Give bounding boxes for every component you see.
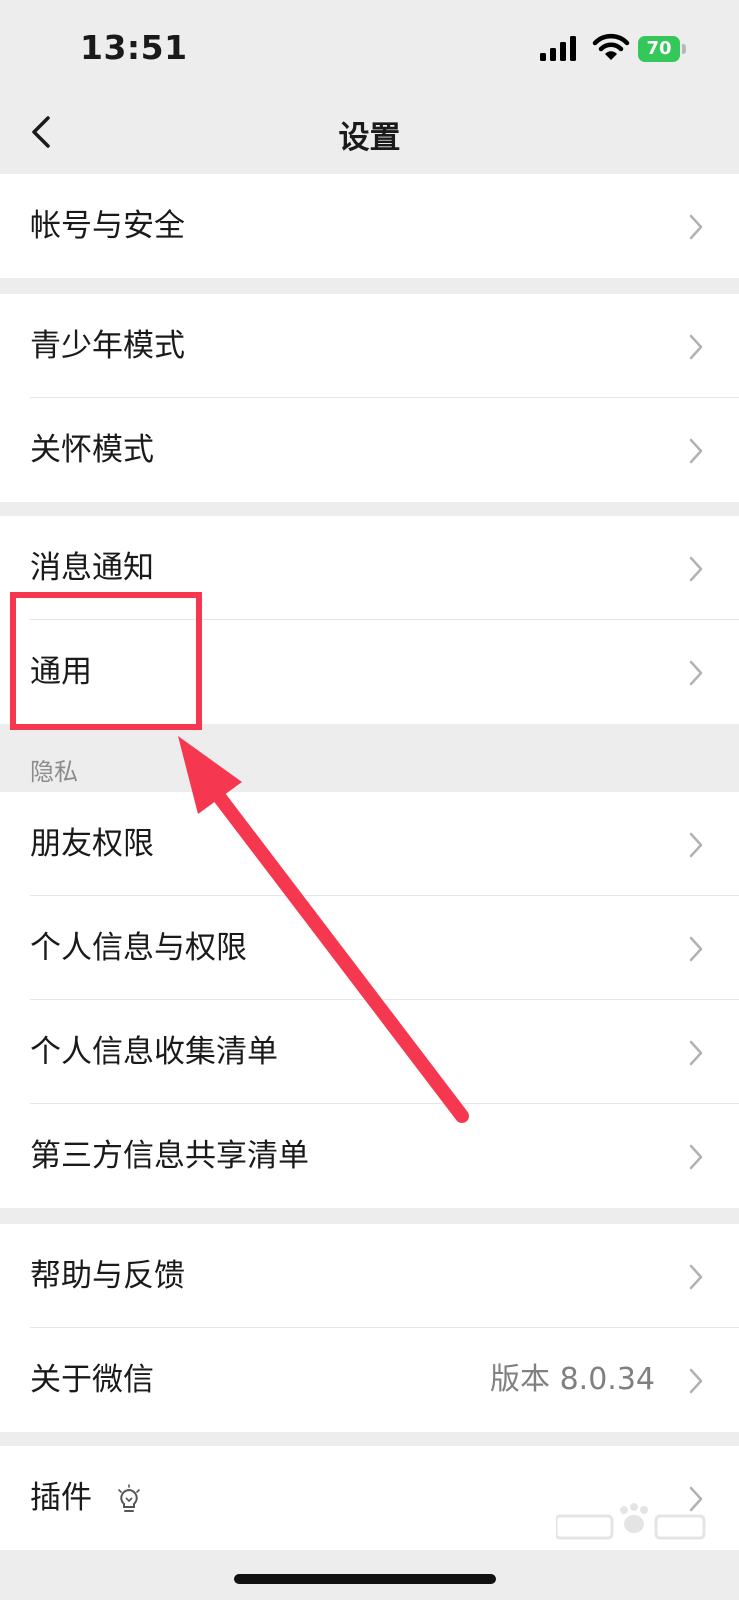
version-value: 版本 8.0.34 [490,1362,655,1397]
row-label: 关怀模式 [30,432,154,468]
settings-row-general[interactable]: 通用 [0,620,739,724]
settings-row-personal-info-permissions[interactable]: 个人信息与权限 [0,896,739,1000]
chevron-right-icon [689,936,703,962]
chevron-right-icon [689,1040,703,1066]
row-label: 关于微信 [30,1362,154,1398]
row-label: 个人信息收集清单 [30,1034,278,1070]
battery-level: 70 [638,36,680,62]
chevron-right-icon [689,1264,703,1290]
chevron-right-icon [689,214,703,240]
row-label: 个人信息与权限 [30,930,247,966]
status-bar: 13:51 70 [0,0,739,96]
settings-row-care-mode[interactable]: 关怀模式 [0,398,739,502]
settings-row-friend-permissions[interactable]: 朋友权限 [0,792,739,896]
row-label: 青少年模式 [30,328,185,364]
row-label: 朋友权限 [30,826,154,862]
chevron-right-icon [689,1368,703,1394]
section-header-privacy: 隐私 [30,758,78,786]
row-label: 通用 [30,654,92,690]
settings-row-third-party-sharing[interactable]: 第三方信息共享清单 [0,1104,739,1208]
chevron-right-icon [689,556,703,582]
row-label: 消息通知 [30,550,154,586]
status-time: 13:51 [80,28,188,67]
chevron-right-icon [689,660,703,686]
settings-row-account-security[interactable]: 帐号与安全 [0,174,739,278]
chevron-right-icon [689,832,703,858]
signal-icon [540,36,576,61]
page-title: 设置 [338,120,401,156]
row-label: 帐号与安全 [30,208,185,244]
battery-tip [682,44,686,54]
settings-row-notifications[interactable]: 消息通知 [0,516,739,620]
row-label: 插件 [30,1480,92,1516]
chevron-right-icon [689,1144,703,1170]
home-indicator[interactable] [234,1574,496,1584]
nav-bar: 设置 [0,96,739,174]
bulb-icon [118,1484,140,1512]
settings-row-help-feedback[interactable]: 帮助与反馈 [0,1224,739,1328]
row-label: 第三方信息共享清单 [30,1138,309,1174]
row-label: 帮助与反馈 [30,1258,185,1294]
settings-row-teen-mode[interactable]: 青少年模式 [0,294,739,398]
settings-row-about-wechat[interactable]: 关于微信 版本 8.0.34 [0,1328,739,1432]
settings-row-personal-info-collection[interactable]: 个人信息收集清单 [0,1000,739,1104]
chevron-right-icon [689,334,703,360]
battery-icon: 70 [638,36,688,62]
chevron-right-icon [689,438,703,464]
baidu-watermark-logo [556,1503,706,1540]
wifi-icon [592,33,630,60]
